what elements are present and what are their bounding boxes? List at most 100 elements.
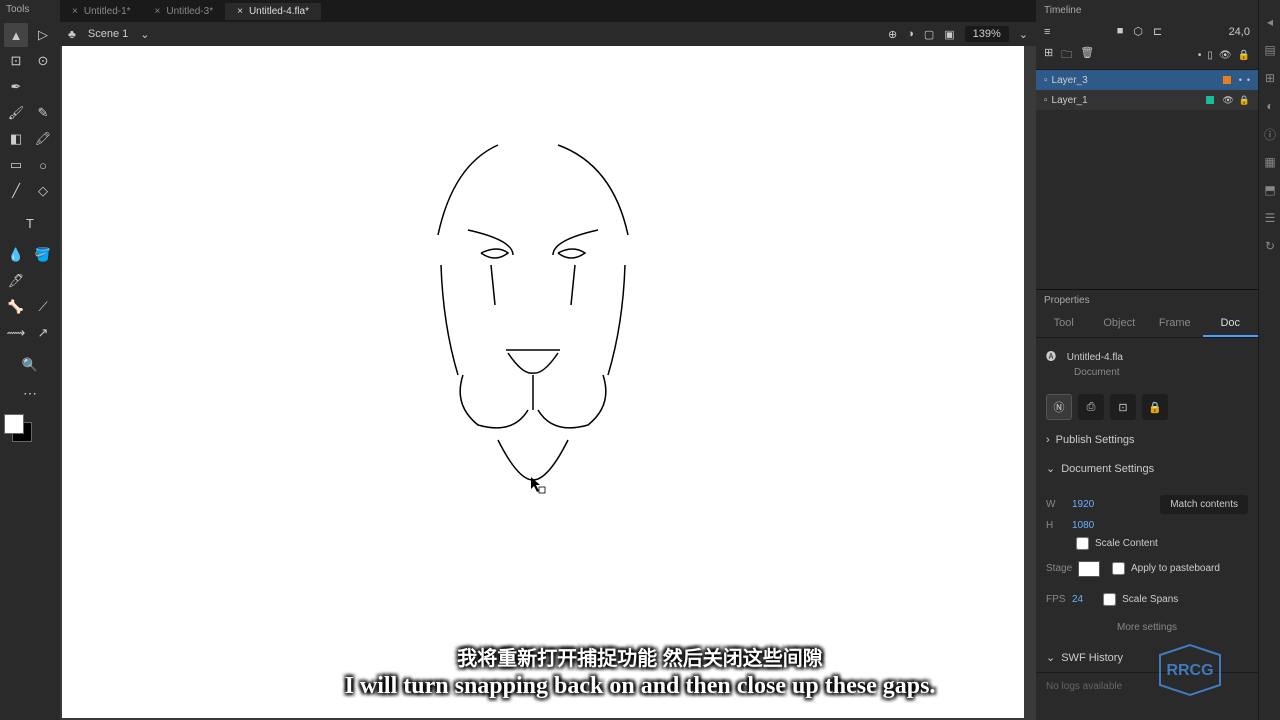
close-tab-icon[interactable]: × — [237, 6, 243, 17]
height-input[interactable]: 1080 — [1072, 520, 1094, 531]
width-tool[interactable]: ⟿ — [4, 321, 28, 345]
visibility-header-icon[interactable]: 👁 — [1219, 50, 1232, 61]
scale-spans-label: Scale Spans — [1122, 594, 1178, 605]
apply-pasteboard-checkbox[interactable] — [1112, 562, 1125, 575]
rail-transform-icon[interactable]: ⬒ — [1259, 176, 1280, 204]
asset-warp-tool[interactable]: ↗ — [31, 321, 55, 345]
fps-input[interactable]: 24 — [1072, 594, 1083, 605]
scene-dropdown-icon[interactable]: ⌄ — [140, 28, 149, 41]
rail-history-icon[interactable]: ↻ — [1259, 232, 1280, 260]
match-contents-button[interactable]: Match contents — [1160, 495, 1248, 514]
layer-lock-icon[interactable]: • — [1247, 75, 1250, 85]
publish-settings-button[interactable]: ⎙ — [1078, 394, 1104, 420]
clip-content-icon[interactable]: ▢ — [924, 28, 934, 41]
layer-lock-icon[interactable]: 🔒 — [1239, 95, 1250, 106]
blank-tool-2[interactable] — [31, 269, 55, 293]
lasso-tool[interactable]: ⊙ — [31, 49, 55, 73]
lock-header-icon[interactable]: 🔒 — [1238, 50, 1250, 61]
eyedropper-tool[interactable]: 💧 — [4, 243, 28, 267]
subselection-tool[interactable]: ▷ — [31, 23, 55, 47]
layer-depth-icon[interactable]: ⊏ — [1153, 25, 1162, 38]
blank-tool-1[interactable] — [31, 75, 55, 99]
line-tool[interactable]: ╱ — [4, 179, 28, 203]
stroke-color-swatch[interactable] — [4, 414, 24, 434]
polystar-tool[interactable]: ◇ — [31, 179, 55, 203]
subtitle-line-2: I will turn snapping back on and then cl… — [345, 673, 936, 700]
scene-icon[interactable]: ♣ — [68, 27, 76, 41]
new-folder-icon[interactable]: 🗀 — [1061, 46, 1072, 65]
layer-color-swatch[interactable] — [1223, 76, 1231, 84]
document-tab[interactable]: × Untitled-3* — [143, 3, 226, 20]
zoom-level[interactable]: 139% — [965, 26, 1009, 42]
stage-color-swatch[interactable] — [1078, 561, 1100, 577]
rail-info-icon[interactable]: ⓘ — [1259, 120, 1280, 148]
publish-html5-button[interactable]: Ⓝ — [1046, 394, 1072, 420]
subtitles: 我将重新打开捕捉功能 然后关闭这些间隙 I will turn snapping… — [345, 642, 936, 700]
pencil-tool[interactable]: ✎ — [31, 101, 55, 125]
bone-tool[interactable]: 🦴 — [4, 295, 28, 319]
new-layer-icon[interactable]: ⊞ — [1044, 46, 1053, 65]
layer-parenting-icon[interactable]: ⬡ — [1133, 25, 1143, 38]
center-stage-icon[interactable]: ⊕ — [888, 28, 897, 41]
rotate-icon[interactable]: ◑ — [907, 28, 914, 40]
tab-frame[interactable]: Frame — [1147, 311, 1203, 337]
scale-content-checkbox[interactable] — [1076, 537, 1089, 550]
ink-bottle-tool[interactable]: 🖊 — [4, 269, 28, 293]
edit-button[interactable]: ⊡ — [1110, 394, 1136, 420]
document-settings-header[interactable]: ⌄ Document Settings — [1036, 454, 1258, 483]
rail-color-icon[interactable]: ◐ — [1259, 92, 1280, 120]
rail-library-icon[interactable]: ▤ — [1259, 36, 1280, 64]
paint-brush-tool[interactable]: 🖍 — [31, 127, 55, 151]
layers-icon[interactable]: ≡ — [1044, 26, 1050, 38]
layer-name[interactable]: Layer_1 — [1052, 95, 1207, 106]
scene-name[interactable]: Scene 1 — [88, 28, 128, 40]
layer-name[interactable]: Layer_3 — [1052, 75, 1223, 86]
pen-tool[interactable]: ✒ — [4, 75, 28, 99]
close-tab-icon[interactable]: × — [155, 6, 161, 17]
free-transform-tool[interactable]: ⊡ — [4, 49, 28, 73]
layer-row[interactable]: ▫ Layer_1 👁 🔒 — [1036, 90, 1258, 110]
selection-tool[interactable]: ▲ — [4, 23, 28, 47]
close-tab-icon[interactable]: × — [72, 6, 78, 17]
publish-settings-header[interactable]: › Publish Settings — [1036, 426, 1258, 454]
rail-assets-icon[interactable]: ⊞ — [1259, 64, 1280, 92]
layer-visibility-icon[interactable]: 👁 — [1222, 95, 1233, 106]
rail-swatches-icon[interactable]: ▦ — [1259, 148, 1280, 176]
layer-visibility-icon[interactable]: • — [1239, 75, 1242, 85]
layer-color-swatch[interactable] — [1206, 96, 1214, 104]
brush-tool[interactable]: 🖌 — [4, 101, 28, 125]
paint-bucket-tool[interactable]: 🪣 — [31, 243, 55, 267]
height-label: H — [1046, 520, 1072, 531]
rail-align-icon[interactable]: ☰ — [1259, 204, 1280, 232]
scale-spans-checkbox[interactable] — [1103, 593, 1116, 606]
tab-object[interactable]: Object — [1092, 311, 1148, 337]
oval-tool[interactable]: ○ — [31, 153, 55, 177]
scale-content-label: Scale Content — [1095, 538, 1158, 549]
layers-list: ▫ Layer_3 • • ▫ Layer_1 👁 🔒 — [1036, 70, 1258, 110]
fit-icon[interactable]: ▣ — [944, 28, 954, 41]
delete-layer-icon[interactable]: 🗑 — [1080, 46, 1094, 65]
right-panels: Timeline ≡ ■ ⬡ ⊏ 24,0 ⊞ 🗀 🗑 • ▯ 👁 🔒 — [1036, 0, 1258, 720]
highlight-icon[interactable]: • — [1198, 50, 1202, 61]
width-input[interactable]: 1920 — [1072, 499, 1094, 510]
document-tab[interactable]: × Untitled-1* — [60, 3, 143, 20]
tab-doc[interactable]: Doc — [1203, 311, 1259, 337]
document-tab-active[interactable]: × Untitled-4.fla* — [225, 3, 321, 20]
stage[interactable] — [62, 46, 1024, 718]
text-tool[interactable]: T — [18, 211, 42, 235]
zoom-tool[interactable]: 🔍 — [18, 353, 42, 377]
lock-button[interactable]: 🔒 — [1142, 394, 1168, 420]
camera-icon[interactable]: ■ — [1117, 25, 1124, 38]
layer-row[interactable]: ▫ Layer_3 • • — [1036, 70, 1258, 90]
timeline-title: Timeline — [1036, 0, 1258, 21]
eraser-tool[interactable]: ◧ — [4, 127, 28, 151]
bind-tool[interactable]: ⟋ — [31, 295, 55, 319]
rail-collapse-icon[interactable]: ◂ — [1259, 8, 1280, 36]
width-label: W — [1046, 499, 1072, 510]
zoom-dropdown-icon[interactable]: ⌄ — [1019, 28, 1028, 41]
lion-face-drawing — [403, 125, 683, 505]
more-tools-button[interactable]: ⋯ — [0, 385, 60, 402]
outline-icon[interactable]: ▯ — [1207, 50, 1213, 61]
tab-tool[interactable]: Tool — [1036, 311, 1092, 337]
rectangle-tool[interactable]: ▭ — [4, 153, 28, 177]
